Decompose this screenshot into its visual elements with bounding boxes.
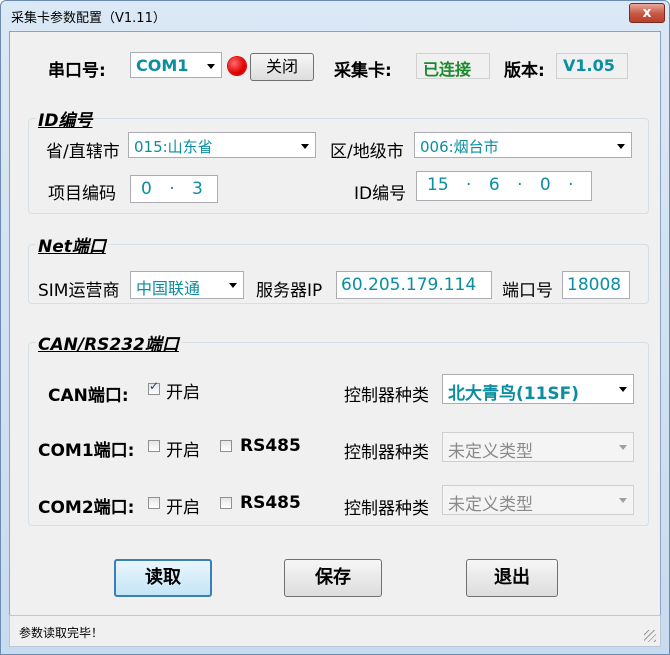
ip-dot: · (466, 175, 472, 195)
com1-enable-label: 开启 (166, 441, 200, 461)
ip-dot: · (517, 175, 523, 195)
serial-port-value: COM1 (136, 56, 189, 75)
status-text: 参数读取完毕！ (19, 626, 104, 640)
province-label: 省/直辖市 (46, 142, 120, 162)
ip-dot: · (568, 175, 574, 195)
chevron-down-icon (619, 498, 627, 503)
city-value: 006:烟台市 (420, 138, 499, 156)
can-port-label: CAN端口: (48, 386, 129, 406)
project-code-part: 3 (192, 179, 203, 199)
window-close-button[interactable]: x (629, 3, 665, 23)
can-controller-value: 北大青鸟(11SF) (448, 384, 580, 404)
city-select[interactable]: 006:烟台市 (414, 132, 632, 158)
chevron-down-icon (617, 144, 625, 149)
chevron-down-icon (619, 445, 627, 450)
net-group-title: Net端口 (36, 232, 108, 257)
id-part: 3 (591, 175, 592, 195)
com2-rs485-label: RS485 (240, 493, 301, 513)
resize-grip-icon[interactable] (644, 630, 656, 642)
save-button[interactable]: 保存 (284, 559, 382, 597)
exit-button[interactable]: 退出 (466, 559, 558, 597)
chevron-down-icon (229, 283, 237, 288)
connection-led-icon (228, 57, 246, 75)
chevron-down-icon (301, 144, 309, 149)
com1-controller-select[interactable]: 未定义类型 (442, 432, 634, 462)
project-code-label: 项目编码 (48, 184, 116, 204)
can-controller-label: 控制器种类 (344, 386, 429, 406)
port-label: 端口号 (502, 281, 553, 301)
main-window: 采集卡参数配置（V1.11） x 串口号: COM1 关闭 采集卡: 已连接 版… (0, 0, 670, 655)
com2-controller-label: 控制器种类 (344, 499, 429, 519)
province-select[interactable]: 015:山东省 (128, 132, 316, 158)
port-field[interactable]: 18008 (562, 271, 630, 299)
server-ip-field[interactable]: 60.205.179.114 (336, 271, 492, 299)
project-code-field[interactable]: 0 · 3 (130, 175, 218, 203)
version-label: 版本: (504, 61, 545, 81)
chevron-down-icon (619, 387, 627, 392)
com1-port-label: COM1端口: (38, 441, 135, 461)
com2-port-label: COM2端口: (38, 498, 135, 518)
id-field[interactable]: 15 · 6 · 0 · 3 (416, 171, 592, 201)
window-title: 采集卡参数配置（V1.11） (11, 11, 166, 26)
status-bar: 参数读取完毕！ (9, 615, 661, 647)
id-part: 6 (488, 175, 500, 195)
id-part: 15 (427, 175, 449, 195)
com1-controller-value: 未定义类型 (448, 442, 533, 462)
card-status-field: 已连接 (416, 53, 490, 79)
com2-enable-label: 开启 (166, 498, 200, 518)
can-controller-select[interactable]: 北大青鸟(11SF) (442, 374, 634, 404)
com1-rs485-label: RS485 (240, 436, 301, 456)
city-label: 区/地级市 (330, 142, 404, 162)
com2-controller-value: 未定义类型 (448, 495, 533, 515)
can-enable-checkbox[interactable] (148, 379, 160, 395)
com1-rs485-checkbox[interactable] (220, 440, 232, 452)
card-label: 采集卡: (334, 61, 392, 81)
can-group-title: CAN/RS232端口 (36, 330, 181, 355)
com2-rs485-checkbox[interactable] (220, 497, 232, 509)
id-label: ID编号 (354, 184, 407, 204)
com1-controller-label: 控制器种类 (344, 443, 429, 463)
can-enable-label: 开启 (166, 383, 200, 403)
id-group-title: ID编号 (36, 106, 95, 131)
version-field: V1.05 (556, 53, 628, 79)
server-ip-label: 服务器IP (256, 281, 323, 301)
id-part: 0 (539, 175, 551, 195)
com2-controller-select[interactable]: 未定义类型 (442, 485, 634, 515)
close-port-button[interactable]: 关闭 (250, 53, 314, 81)
com1-enable-checkbox[interactable] (148, 440, 160, 452)
sim-label: SIM运营商 (38, 281, 120, 301)
project-code-part: 0 (141, 179, 152, 199)
serial-port-label: 串口号: (48, 61, 106, 81)
ip-dot: · (169, 179, 175, 199)
serial-port-select[interactable]: COM1 (130, 52, 222, 78)
province-value: 015:山东省 (134, 138, 213, 156)
com2-enable-checkbox[interactable] (148, 497, 160, 509)
client-area: 串口号: COM1 关闭 采集卡: 已连接 版本: V1.05 ID编号 省/直… (9, 31, 661, 616)
sim-select[interactable]: 中国联通 (130, 271, 244, 299)
title-bar[interactable]: 采集卡参数配置（V1.11） x (1, 1, 669, 31)
chevron-down-icon (207, 64, 215, 69)
sim-value: 中国联通 (136, 279, 201, 298)
read-button[interactable]: 读取 (114, 559, 212, 597)
